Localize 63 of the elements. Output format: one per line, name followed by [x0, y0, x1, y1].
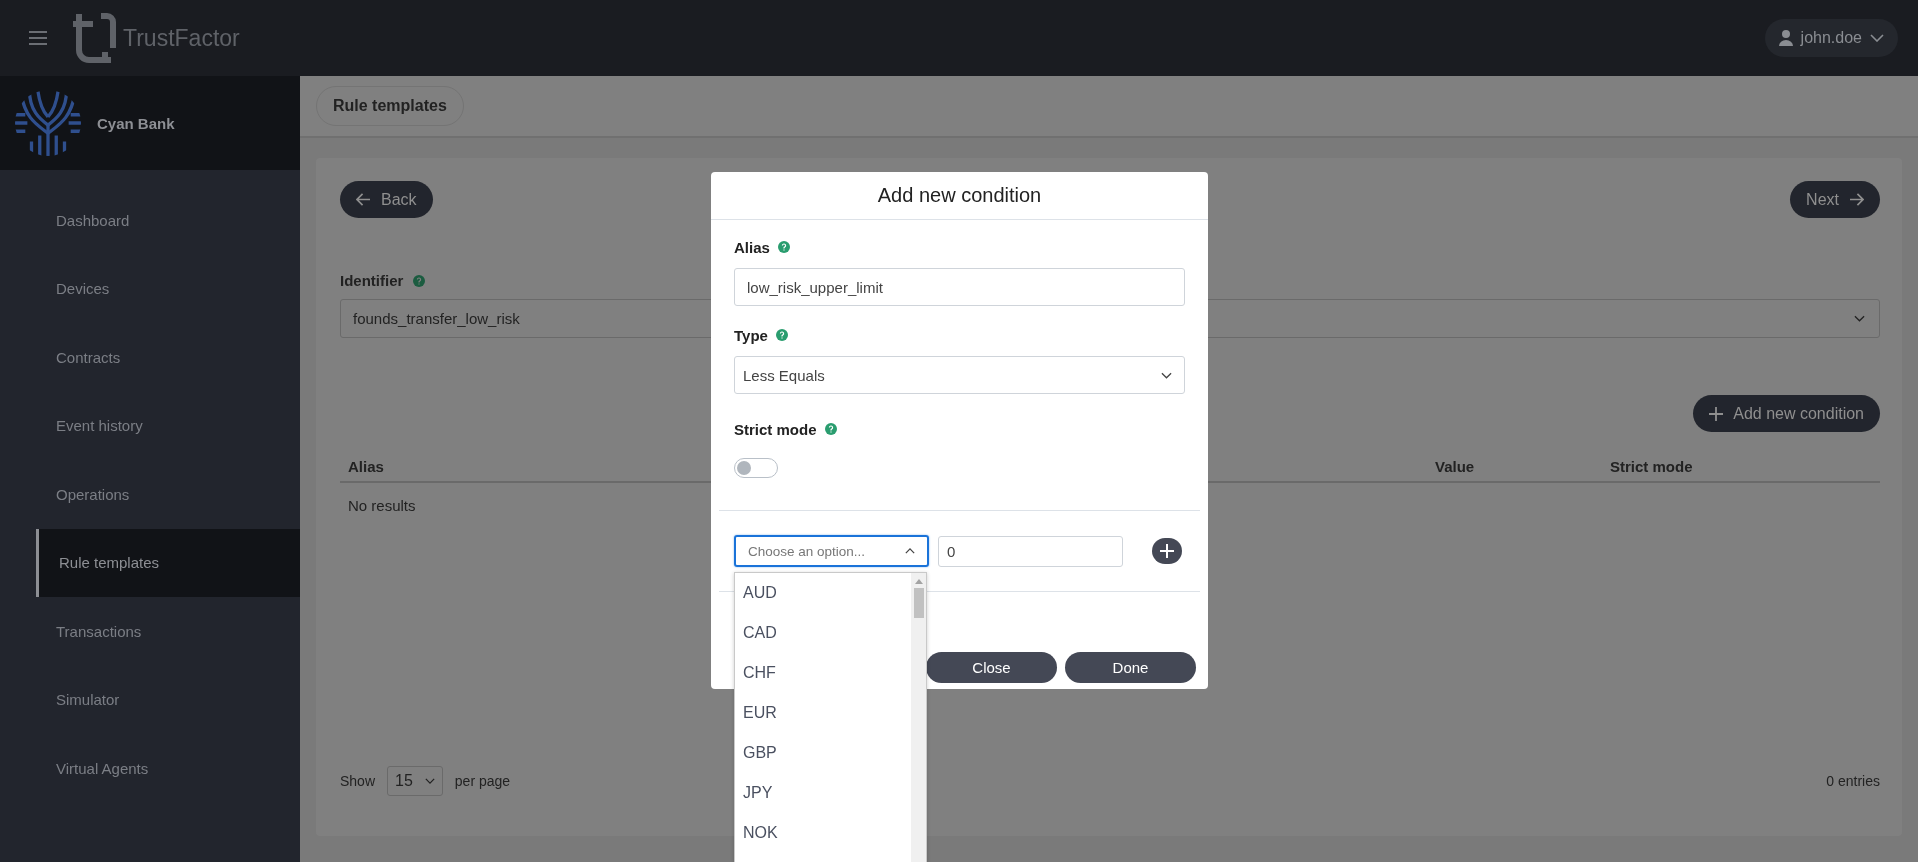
entries-count: 0 entries: [1826, 773, 1880, 789]
sidebar-item[interactable]: Transactions: [0, 597, 300, 666]
dropdown-option[interactable]: GBP: [735, 733, 911, 773]
dropdown-option[interactable]: NOK: [735, 813, 911, 853]
plus-icon: [1160, 544, 1174, 558]
sidebar-item[interactable]: Operations: [0, 460, 300, 529]
alias-label: Alias: [734, 238, 770, 256]
dropdown-option[interactable]: JPY: [735, 773, 911, 813]
chevron-down-icon: [1854, 315, 1865, 322]
sidebar-item[interactable]: Devices: [0, 254, 300, 323]
arrow-right-icon: [1849, 193, 1864, 206]
type-label: Type: [734, 326, 768, 344]
app-name: TrustFactor: [123, 24, 240, 52]
per-page-label: per page: [454, 773, 511, 789]
strict-mode-toggle[interactable]: [734, 458, 778, 478]
back-button[interactable]: Back: [340, 181, 433, 218]
column-header: Strict mode: [1610, 458, 1693, 475]
dialog-button[interactable]: Done: [1065, 652, 1196, 683]
show-label: Show: [340, 773, 376, 789]
chevron-down-icon: [1870, 34, 1884, 42]
sidebar-item[interactable]: Contracts: [0, 323, 300, 392]
type-select[interactable]: Less Equals: [734, 356, 1185, 394]
sidebar-item[interactable]: Dashboard: [0, 186, 300, 255]
dropdown-option[interactable]: AUD: [735, 573, 911, 613]
arrow-left-icon: [356, 193, 371, 206]
dropdown-option[interactable]: EUR: [735, 693, 911, 733]
sidebar-item[interactable]: Simulator: [0, 665, 300, 734]
amount-input[interactable]: 0: [938, 535, 1123, 567]
sidebar-item[interactable]: Event history: [0, 391, 300, 460]
next-button[interactable]: Next: [1790, 181, 1880, 218]
chevron-up-icon: [905, 548, 915, 554]
logo-icon: [71, 12, 117, 64]
sidebar-item[interactable]: Virtual Agents: [0, 734, 300, 803]
modal-title: Add new condition: [711, 172, 1208, 220]
dropdown-option[interactable]: CAD: [735, 613, 911, 653]
scrollbar[interactable]: [911, 573, 926, 862]
help-icon: [413, 274, 426, 287]
column-header: Alias: [348, 458, 384, 475]
help-icon: [824, 423, 837, 435]
user-menu[interactable]: john.doe: [1764, 19, 1898, 57]
chevron-down-icon: [1161, 371, 1172, 379]
scroll-up-icon: [914, 579, 923, 584]
identifier-label: Identifier: [340, 272, 404, 289]
empty-message: No results: [348, 497, 416, 514]
org-name: Cyan Bank: [97, 114, 175, 132]
add-button[interactable]: [1152, 538, 1182, 564]
page-size-select[interactable]: 15: [387, 766, 443, 796]
currency-select[interactable]: Choose an option...: [734, 535, 929, 567]
scrollbar-thumb[interactable]: [913, 588, 924, 618]
chevron-down-icon: [424, 778, 435, 784]
help-icon: [777, 241, 790, 253]
user-icon: [1778, 30, 1793, 46]
sidebar-item[interactable]: Rule templates: [36, 528, 300, 597]
strict-mode-label: Strict mode: [734, 420, 817, 438]
dialog-button[interactable]: Close: [926, 652, 1057, 683]
column-header: Value: [1435, 458, 1475, 475]
alias-input[interactable]: low_risk_upper_limit: [734, 268, 1185, 306]
add-condition-button[interactable]: Add new condition: [1693, 395, 1880, 432]
bank-logo-icon: [15, 90, 81, 156]
menu-icon[interactable]: [29, 31, 47, 45]
plus-icon: [1709, 406, 1724, 421]
dropdown-option[interactable]: CHF: [735, 653, 911, 693]
help-icon: [775, 329, 788, 341]
